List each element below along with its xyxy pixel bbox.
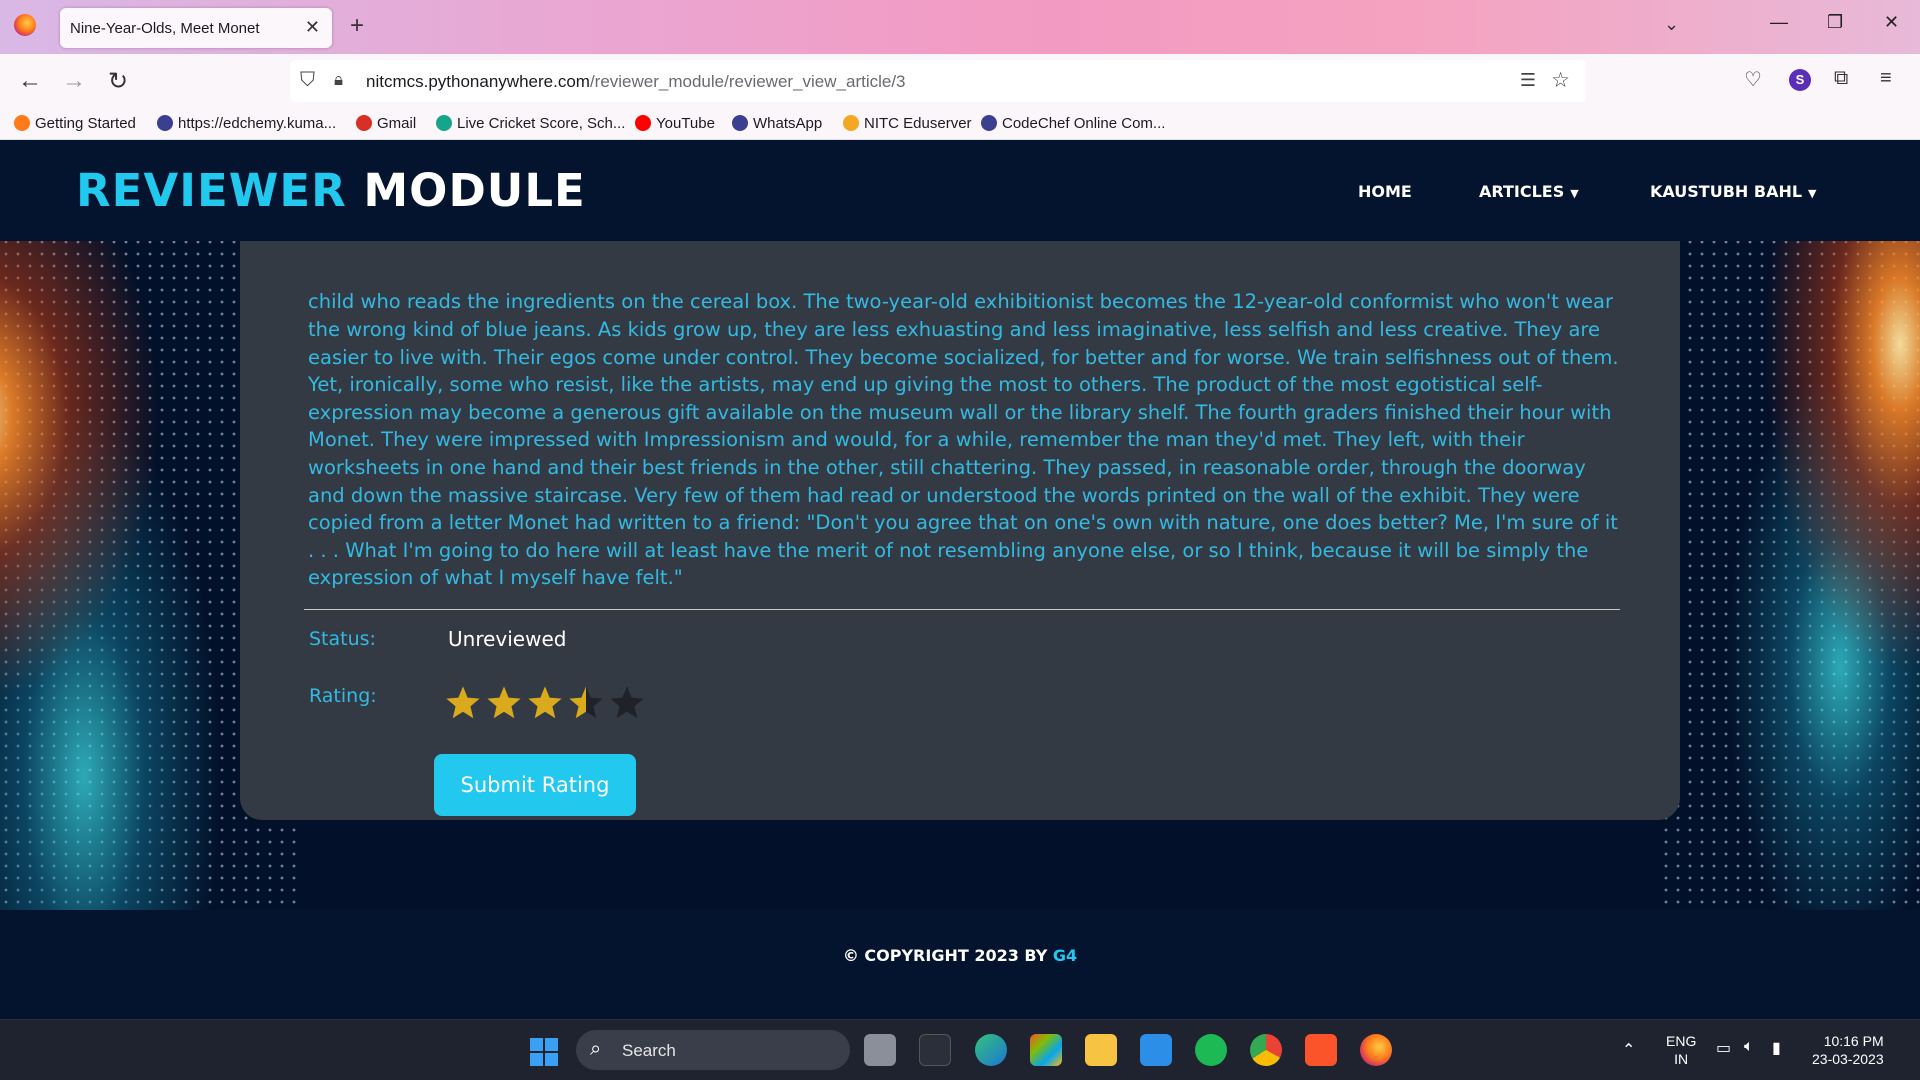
network-icon[interactable]: ▭ xyxy=(1716,1038,1731,1058)
language-line1: ENG xyxy=(1666,1033,1697,1049)
windows-start-icon[interactable] xyxy=(530,1038,558,1066)
cricket-site-icon xyxy=(436,115,452,131)
status-label: Status: xyxy=(309,628,376,650)
copyright-text: © COPYRIGHT 2023 BY G4 xyxy=(0,946,1920,965)
chrome-icon[interactable] xyxy=(1250,1034,1282,1066)
submit-rating-button[interactable]: Submit Rating xyxy=(434,754,636,816)
menu-icon[interactable]: ≡ xyxy=(1880,67,1892,90)
language-line2: IN xyxy=(1674,1051,1689,1067)
chevron-down-icon: ▼ xyxy=(1570,187,1579,200)
bookmark-star-icon[interactable]: ☆ xyxy=(1551,68,1570,93)
file-explorer-icon[interactable] xyxy=(1085,1034,1117,1066)
browser-navigation-bar: ← → ↻ ⛉ 🔒︎ nitcmcs.pythonanywhere.com/re… xyxy=(0,54,1920,108)
status-value: Unreviewed xyxy=(448,627,567,651)
pocket-icon[interactable]: ♡ xyxy=(1744,67,1762,92)
youtube-icon xyxy=(635,115,651,131)
brand-part-1: REVIEWER xyxy=(76,164,347,217)
article-body: child who reads the ingredients on the c… xyxy=(308,290,1619,590)
divider xyxy=(304,609,1620,610)
rating-star-2[interactable] xyxy=(485,684,523,722)
copyright-owner: G4 xyxy=(1052,946,1078,965)
firefox-icon xyxy=(14,115,30,131)
close-tab-icon[interactable]: ✕ xyxy=(305,17,320,38)
windows-taskbar: ⌕ Search ⌃ ENG IN ▭ 🔈︎ ▮ 10:16 PM 23-03-… xyxy=(0,1019,1920,1080)
url-path: /reviewer_module/reviewer_view_article/3 xyxy=(589,72,906,91)
site-footer: © COPYRIGHT 2023 BY G4 xyxy=(0,910,1920,1019)
nav-user-label: KAUSTUBH BAHL xyxy=(1650,182,1803,201)
extensions-icon[interactable]: ⧉ xyxy=(1834,67,1848,90)
close-window-icon[interactable]: ✕ xyxy=(1884,12,1899,33)
language-indicator[interactable]: ENG IN xyxy=(1666,1032,1696,1068)
taskbar-search[interactable]: ⌕ Search xyxy=(576,1030,850,1070)
edge-icon[interactable] xyxy=(975,1034,1007,1066)
site-logo[interactable]: REVIEWER MODULE xyxy=(76,164,586,217)
firefox-taskbar-icon[interactable] xyxy=(1360,1034,1392,1066)
bookmark-youtube[interactable]: YouTube xyxy=(635,115,715,132)
microsoft-store-icon[interactable] xyxy=(1030,1034,1062,1066)
reader-view-icon[interactable]: ☰ xyxy=(1520,70,1536,91)
globe-icon xyxy=(981,115,997,131)
copyright-prefix: © COPYRIGHT 2023 BY xyxy=(842,946,1048,965)
bookmark-gmail[interactable]: Gmail xyxy=(356,115,416,132)
rating-star-4[interactable] xyxy=(567,684,605,722)
web-page: REVIEWER MODULE HOME ARTICLES ▼ KAUSTUBH … xyxy=(0,140,1920,1019)
forward-icon[interactable]: → xyxy=(62,67,86,95)
battery-icon[interactable]: ▮ xyxy=(1772,1038,1781,1058)
search-icon: ⌕ xyxy=(590,1038,602,1060)
restore-icon[interactable]: ❐ xyxy=(1827,12,1843,33)
nav-articles[interactable]: ARTICLES ▼ xyxy=(1479,182,1579,201)
rating-star-1[interactable] xyxy=(444,684,482,722)
lock-icon[interactable]: 🔒︎ xyxy=(334,70,343,90)
rating-label: Rating: xyxy=(309,685,377,707)
profile-avatar[interactable]: S xyxy=(1789,69,1811,91)
clock-time: 10:16 PM xyxy=(1823,1033,1884,1049)
minimize-icon[interactable]: — xyxy=(1770,12,1788,33)
reload-icon[interactable]: ↻ xyxy=(108,67,128,96)
url-host: nitcmcs.pythonanywhere.com xyxy=(366,72,590,91)
bookmark-whatsapp[interactable]: WhatsApp xyxy=(732,115,822,132)
browser-tab[interactable]: Nine-Year-Olds, Meet Monet ✕ xyxy=(60,8,332,48)
tab-title: Nine-Year-Olds, Meet Monet xyxy=(70,20,260,37)
task-view-icon[interactable] xyxy=(864,1034,896,1066)
clock[interactable]: 10:16 PM 23-03-2023 xyxy=(1812,1032,1884,1068)
nav-user[interactable]: KAUSTUBH BAHL ▼ xyxy=(1650,182,1817,201)
predator-sense-icon[interactable] xyxy=(919,1034,951,1066)
bookmarks-bar: Getting Started https://edchemy.kuma... … xyxy=(0,108,1920,140)
rating-star-5[interactable] xyxy=(608,684,646,722)
article-card: child who reads the ingredients on the c… xyxy=(240,200,1680,820)
gmail-icon xyxy=(356,115,372,131)
globe-icon xyxy=(732,115,748,131)
bookmark-nitc-eduserver[interactable]: NITC Eduserver xyxy=(843,115,972,132)
browser-tab-bar: Nine-Year-Olds, Meet Monet ✕ + ⌄ — ❐ ✕ xyxy=(0,0,1920,54)
bookmark-codechef[interactable]: CodeChef Online Com... xyxy=(981,115,1165,132)
volume-icon[interactable]: 🔈︎ xyxy=(1744,1038,1754,1056)
address-bar[interactable]: ⛉ 🔒︎ nitcmcs.pythonanywhere.com/reviewer… xyxy=(290,60,1586,102)
bookmark-getting-started[interactable]: Getting Started xyxy=(14,115,136,132)
search-placeholder: Search xyxy=(622,1041,676,1060)
rating-star-3[interactable] xyxy=(526,684,564,722)
moodle-icon xyxy=(843,115,859,131)
brave-icon[interactable] xyxy=(1305,1034,1337,1066)
shield-icon[interactable]: ⛉ xyxy=(300,69,315,92)
back-icon[interactable]: ← xyxy=(18,67,42,95)
new-tab-button[interactable]: + xyxy=(350,12,364,40)
url-text[interactable]: nitcmcs.pythonanywhere.com/reviewer_modu… xyxy=(366,72,906,92)
nav-articles-label: ARTICLES xyxy=(1479,182,1565,201)
bookmark-edchemy[interactable]: https://edchemy.kuma... xyxy=(157,115,336,132)
list-all-tabs-icon[interactable]: ⌄ xyxy=(1664,14,1679,35)
site-header: REVIEWER MODULE HOME ARTICLES ▼ KAUSTUBH … xyxy=(0,140,1920,241)
firefox-logo-icon[interactable] xyxy=(14,14,36,36)
show-hidden-icons-icon[interactable]: ⌃ xyxy=(1622,1040,1635,1060)
chevron-down-icon: ▼ xyxy=(1808,187,1817,200)
mail-icon[interactable] xyxy=(1140,1034,1172,1066)
brand-part-2: MODULE xyxy=(363,164,586,217)
bookmark-live-cricket[interactable]: Live Cricket Score, Sch... xyxy=(436,115,625,132)
background-decoration-right xyxy=(1660,200,1920,920)
article-content: child who reads the ingredients on the c… xyxy=(308,200,1620,592)
globe-icon xyxy=(157,115,173,131)
spotify-icon[interactable] xyxy=(1195,1034,1227,1066)
nav-home[interactable]: HOME xyxy=(1358,182,1412,201)
clock-date: 23-03-2023 xyxy=(1812,1051,1884,1067)
